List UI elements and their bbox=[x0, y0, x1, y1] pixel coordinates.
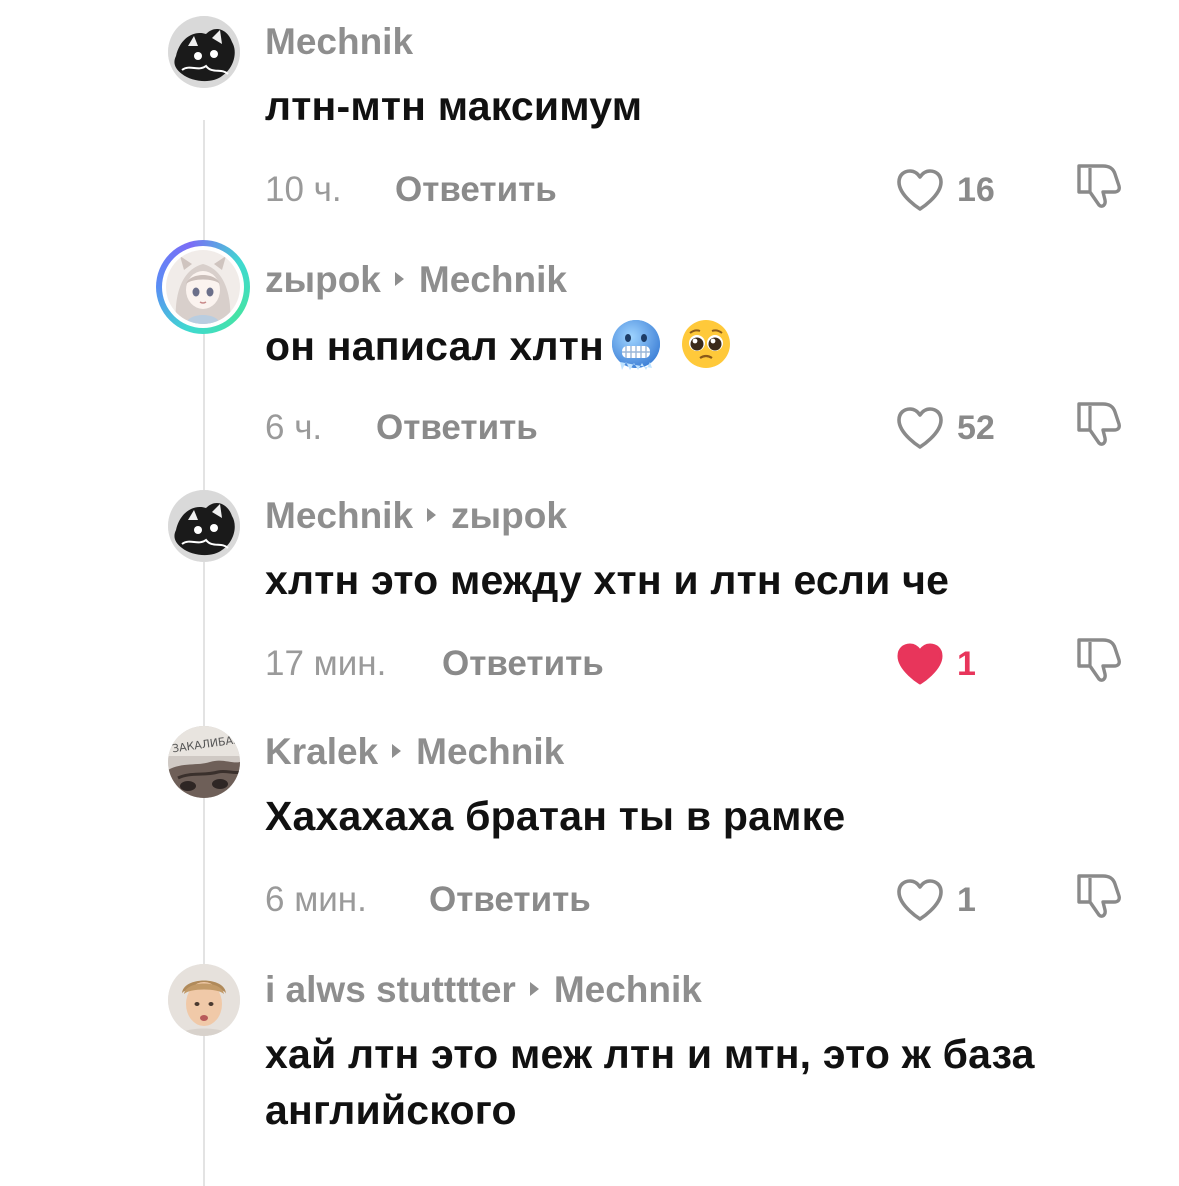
comment-actions: 17 мин. Ответить 1 bbox=[265, 638, 1145, 686]
thumbs-down-icon bbox=[1077, 874, 1121, 918]
reply-to-name[interactable]: zыpok bbox=[451, 495, 567, 536]
avatar-image bbox=[166, 250, 240, 324]
reply-button[interactable]: Ответить bbox=[429, 878, 591, 922]
like-button[interactable]: 1 bbox=[895, 872, 976, 928]
comment-text-body: он написал хлтн bbox=[265, 323, 604, 369]
avatar[interactable]: ЗАКАЛИБАЛ bbox=[168, 726, 240, 798]
avatar[interactable] bbox=[156, 240, 250, 334]
pleading-face-emoji bbox=[678, 316, 734, 372]
like-button[interactable]: 1 bbox=[895, 636, 976, 692]
thumbs-down-icon bbox=[1077, 638, 1121, 682]
comment-meta: zыpok Mechnik bbox=[265, 258, 567, 302]
like-count: 1 bbox=[957, 645, 976, 683]
like-button[interactable]: 52 bbox=[895, 400, 995, 456]
dislike-button[interactable] bbox=[1073, 398, 1125, 448]
thumbs-down-icon bbox=[1077, 402, 1121, 446]
reply-button[interactable]: Ответить bbox=[376, 406, 538, 450]
cold-face-emoji bbox=[608, 316, 664, 372]
reply-to-name[interactable]: Mechnik bbox=[416, 731, 564, 772]
person-photo-avatar-icon bbox=[168, 964, 240, 1036]
comment-actions: 6 мин. Ответить 1 bbox=[265, 874, 1145, 922]
avatar[interactable] bbox=[168, 964, 240, 1036]
heart-outline-icon bbox=[897, 407, 943, 449]
comment-time: 10 ч. bbox=[265, 170, 342, 209]
comment-text: Хахахаха братан ты в рамке bbox=[265, 793, 846, 839]
car-photo-avatar-icon: ЗАКАЛИБАЛ bbox=[168, 726, 240, 798]
dislike-button[interactable] bbox=[1073, 634, 1125, 684]
heart-filled-icon bbox=[897, 643, 943, 685]
thumbs-down-icon bbox=[1077, 164, 1121, 208]
author-name[interactable]: Mechnik bbox=[265, 21, 413, 62]
like-count: 1 bbox=[957, 881, 976, 919]
comment-time: 6 ч. bbox=[265, 408, 323, 447]
reply-button[interactable]: Ответить bbox=[442, 642, 604, 686]
avatar[interactable] bbox=[168, 16, 240, 88]
comment-text: он написал хлтн bbox=[265, 316, 1155, 374]
reply-arrow-icon bbox=[392, 744, 402, 759]
bw-cat-avatar-icon bbox=[168, 490, 240, 562]
avatar[interactable] bbox=[168, 490, 240, 562]
like-button[interactable]: 16 bbox=[895, 162, 995, 218]
comment-time: 6 мин. bbox=[265, 880, 367, 919]
author-name[interactable]: i alws stutttter bbox=[265, 969, 516, 1010]
heart-outline-icon bbox=[897, 169, 943, 211]
like-count: 16 bbox=[957, 171, 995, 209]
reply-button[interactable]: Ответить bbox=[395, 168, 557, 212]
comment-text: лтн-мтн максимум bbox=[265, 83, 643, 129]
anime-girl-avatar-icon bbox=[166, 250, 240, 324]
comment-actions: 10 ч. Ответить 16 bbox=[265, 164, 1145, 212]
comment-meta: Kralek Mechnik bbox=[265, 730, 564, 774]
reply-arrow-icon bbox=[394, 272, 404, 287]
reply-to-name[interactable]: Mechnik bbox=[419, 259, 567, 300]
reply-arrow-icon bbox=[529, 982, 539, 997]
reply-arrow-icon bbox=[427, 508, 437, 523]
author-name[interactable]: Kralek bbox=[265, 731, 378, 772]
dislike-button[interactable] bbox=[1073, 160, 1125, 210]
heart-outline-icon bbox=[897, 879, 943, 921]
dislike-button[interactable] bbox=[1073, 870, 1125, 920]
comment-time: 17 мин. bbox=[265, 644, 387, 683]
comment-text: хлтн это между хтн и лтн если че bbox=[265, 557, 950, 603]
author-name[interactable]: Mechnik bbox=[265, 495, 413, 536]
bw-cat-avatar-icon bbox=[168, 16, 240, 88]
like-count: 52 bbox=[957, 409, 995, 447]
comment-meta: Mechnik bbox=[265, 20, 413, 64]
comment-actions: 6 ч. Ответить 52 bbox=[265, 402, 1145, 450]
reply-to-name[interactable]: Mechnik bbox=[554, 969, 702, 1010]
author-name[interactable]: zыpok bbox=[265, 259, 381, 300]
comment-meta: i alws stutttter Mechnik bbox=[265, 968, 702, 1012]
comment-meta: Mechnik zыpok bbox=[265, 494, 567, 538]
comment-text: хай лтн это меж лтн и мтн, это ж база ан… bbox=[265, 1031, 1035, 1133]
